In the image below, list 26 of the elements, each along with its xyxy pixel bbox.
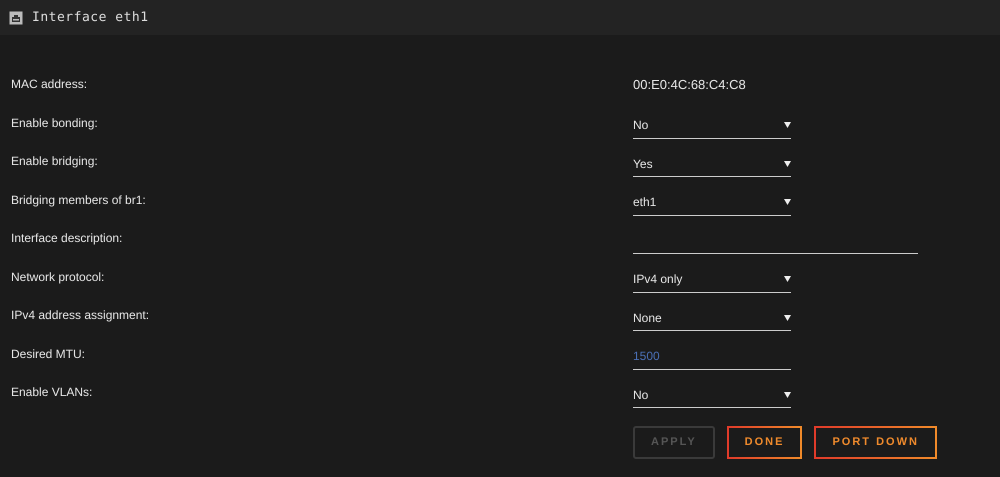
field-label: Enable bonding: bbox=[11, 116, 99, 130]
caret-icon bbox=[784, 160, 791, 167]
select-dropdown[interactable]: No bbox=[633, 112, 791, 139]
field-label: Enable VLANs: bbox=[11, 385, 94, 400]
caret-icon bbox=[784, 314, 791, 321]
caret-icon bbox=[784, 392, 791, 398]
select-dropdown[interactable]: Yes bbox=[633, 151, 791, 178]
field-value: 00:E0:4C:68:C4:C8 bbox=[633, 76, 747, 92]
action-button[interactable]: DONE bbox=[726, 426, 802, 458]
field-label: MAC address: bbox=[11, 77, 88, 92]
field-label: Desired MTU: bbox=[11, 346, 86, 361]
select-dropdown[interactable]: None bbox=[633, 305, 791, 332]
caret-icon bbox=[784, 199, 791, 206]
field-label: IPv4 address assignment: bbox=[11, 308, 150, 322]
field-label: Interface description: bbox=[11, 231, 124, 246]
select-dropdown[interactable]: IPv4 only bbox=[633, 266, 791, 293]
field-label: Enable bridging: bbox=[11, 154, 99, 168]
network-port-icon bbox=[9, 10, 23, 24]
action-button[interactable]: PORT DOWN bbox=[814, 426, 937, 458]
panel-title: Interface eth1 bbox=[32, 10, 149, 25]
caret-icon bbox=[784, 122, 791, 128]
caret-icon bbox=[784, 276, 791, 282]
field-label: Bridging members of br1: bbox=[11, 192, 147, 207]
field-label: Network protocol: bbox=[11, 270, 106, 284]
select-dropdown[interactable]: eth1 bbox=[633, 190, 791, 216]
select-dropdown[interactable]: No bbox=[633, 382, 791, 408]
